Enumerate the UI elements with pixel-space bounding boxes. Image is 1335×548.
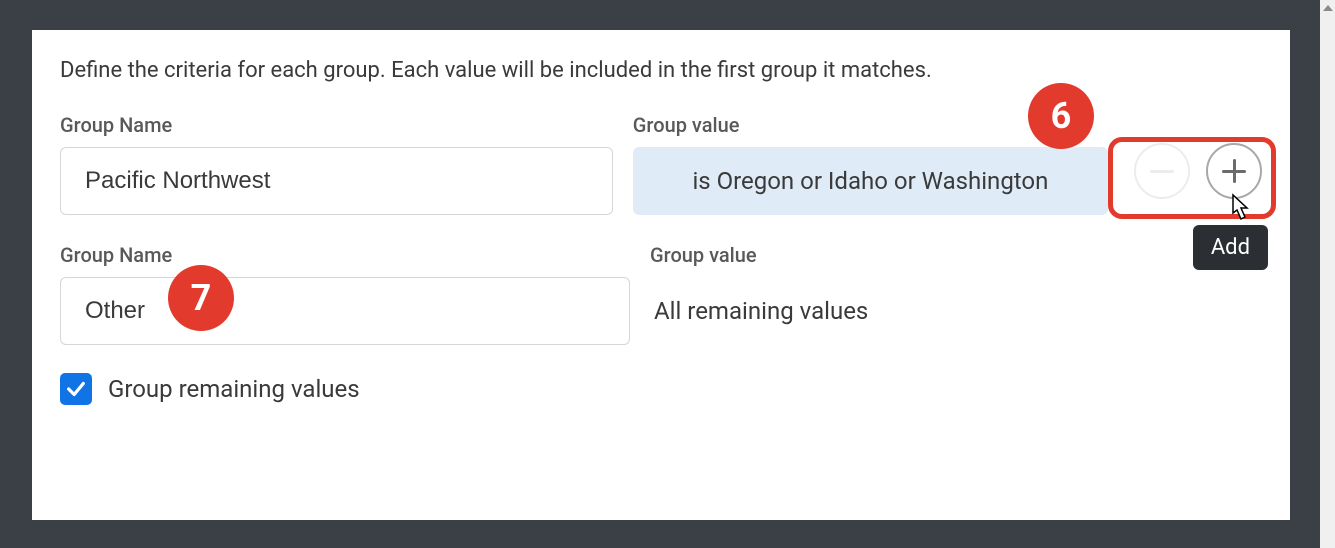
group-remaining-checkbox[interactable] xyxy=(60,373,92,405)
checkmark-icon xyxy=(65,378,87,400)
add-tooltip: Add xyxy=(1193,225,1268,270)
callout-badge-7: 7 xyxy=(168,265,234,331)
group-name-input-2[interactable] xyxy=(60,277,630,345)
group-value-label-2: Group value xyxy=(650,243,1140,267)
group-value-display-1[interactable]: is Oregon or Idaho or Washington xyxy=(633,147,1108,215)
group-definition-panel: Define the criteria for each group. Each… xyxy=(32,30,1290,520)
plus-icon-v xyxy=(1233,159,1236,183)
remaining-values-row: Group remaining values xyxy=(60,373,1262,405)
add-group-button[interactable] xyxy=(1206,143,1262,199)
remove-group-button[interactable] xyxy=(1134,143,1190,199)
group-row-2: Group Name Group value All remaining val… xyxy=(60,243,1262,345)
callout-badge-6: 6 xyxy=(1028,83,1094,149)
group-value-text-2: All remaining values xyxy=(650,277,1140,345)
instruction-text: Define the criteria for each group. Each… xyxy=(60,58,1262,83)
group-name-col: Group Name xyxy=(60,113,613,215)
scrollbar[interactable] xyxy=(1320,0,1335,548)
minus-icon xyxy=(1150,170,1174,173)
group-name-col-2: Group Name xyxy=(60,243,630,345)
group-value-text-1: is Oregon or Idaho or Washington xyxy=(692,167,1048,195)
group-value-col-2: Group value All remaining values xyxy=(650,243,1140,345)
group-name-label-2: Group Name xyxy=(60,243,630,267)
scrollbar-up-arrow-icon[interactable] xyxy=(1320,0,1335,15)
group-remaining-label: Group remaining values xyxy=(108,375,360,403)
group-name-input-1[interactable] xyxy=(60,147,613,215)
group-name-label: Group Name xyxy=(60,113,613,137)
group-row-1: Group Name Group value is Oregon or Idah… xyxy=(60,113,1262,215)
row-actions xyxy=(1134,143,1262,199)
